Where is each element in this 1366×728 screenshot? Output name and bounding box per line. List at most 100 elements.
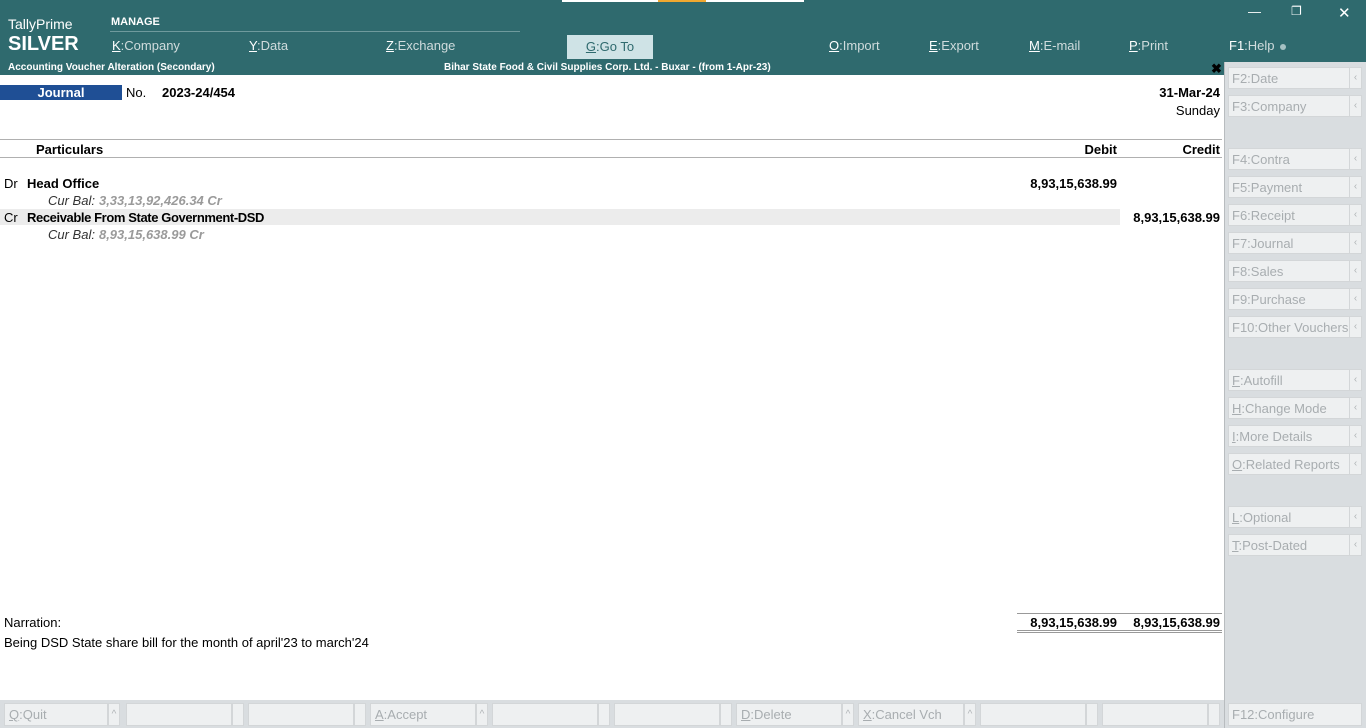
voucher-type[interactable]: Journal <box>0 85 122 100</box>
menu-export[interactable]: E:Export <box>929 38 979 53</box>
f12-configure-button[interactable]: F12:Configure <box>1228 703 1362 726</box>
f9-purchase-button[interactable]: F9:Purchase ‹ <box>1228 288 1362 310</box>
chevron-up-icon <box>598 703 610 726</box>
chevron-left-icon: ‹ <box>1349 261 1361 281</box>
empty-button-slot <box>248 703 354 726</box>
chevron-left-icon: ‹ <box>1349 68 1361 88</box>
help-indicator-icon <box>1279 43 1286 50</box>
menu-data[interactable]: Y:Data <box>249 38 288 53</box>
f6-receipt-button[interactable]: F6:Receipt ‹ <box>1228 204 1362 226</box>
brand-edition: SILVER <box>8 33 79 55</box>
chevron-up-icon: ^ <box>476 703 488 726</box>
narration-text[interactable]: Being DSD State share bill for the month… <box>4 635 369 650</box>
company-title: Bihar State Food & Civil Supplies Corp. … <box>444 62 771 73</box>
empty-button-slot <box>126 703 232 726</box>
top-progress-line-2 <box>706 0 804 2</box>
table-header-top-line <box>0 139 1222 140</box>
table-header-bottom-line <box>0 157 1222 158</box>
menu-goto[interactable]: G:Go To <box>567 35 653 59</box>
chevron-left-icon: ‹ <box>1349 289 1361 309</box>
brand-name: TallyPrime <box>8 16 73 32</box>
screen-title: Accounting Voucher Alteration (Secondary… <box>8 62 215 73</box>
delete-button[interactable]: D:Delete <box>736 703 842 726</box>
empty-button-slot <box>1102 703 1208 726</box>
totals-double-line <box>1017 632 1222 633</box>
voucher-no[interactable]: 2023-24/454 <box>162 85 235 100</box>
f7-journal-button[interactable]: F7:Journal ‹ <box>1228 232 1362 254</box>
chevron-up-icon: ^ <box>842 703 854 726</box>
menu-print[interactable]: P:Print <box>1129 38 1168 53</box>
ledger-name[interactable]: Head Office <box>27 176 99 191</box>
chevron-left-icon: ‹ <box>1349 370 1361 390</box>
restore-icon[interactable]: ❐ <box>1291 4 1302 18</box>
top-bar: TallyPrime SILVER MANAGE K:Company Y:Dat… <box>0 0 1366 62</box>
top-progress-accent <box>658 0 706 2</box>
change-mode-button[interactable]: H:Change Mode ‹ <box>1228 397 1362 419</box>
cancel-vch-button[interactable]: X:Cancel Vch <box>858 703 964 726</box>
totals-bottom-line <box>1017 630 1222 631</box>
voucher-day: Sunday <box>1175 103 1220 118</box>
totals-top-line <box>1017 613 1222 614</box>
chevron-left-icon: ‹ <box>1349 317 1361 337</box>
total-credit: 8,93,15,638.99 <box>1133 615 1220 630</box>
chevron-left-icon: ‹ <box>1349 398 1361 418</box>
chevron-up-icon <box>1086 703 1098 726</box>
minimize-icon[interactable]: — <box>1248 4 1261 19</box>
voucher-no-label: No. <box>126 85 147 100</box>
menu-import[interactable]: O:Import <box>829 38 880 53</box>
top-progress-line <box>562 0 658 2</box>
total-debit: 8,93,15,638.99 <box>1030 615 1117 630</box>
menu-email[interactable]: M:E-mail <box>1029 38 1080 53</box>
entry-side: Cr <box>4 210 18 225</box>
tally-window: TallyPrime SILVER MANAGE K:Company Y:Dat… <box>0 0 1366 728</box>
ledger-name[interactable]: Receivable From State Government-DSD <box>27 210 264 225</box>
close-screen-icon[interactable]: ✖ <box>1211 61 1222 77</box>
more-details-button[interactable]: I:More Details ‹ <box>1228 425 1362 447</box>
f5-payment-button[interactable]: F5:Payment ‹ <box>1228 176 1362 198</box>
current-balance: Cur Bal: 8,93,15,638.99 Cr <box>48 227 204 242</box>
chevron-left-icon: ‹ <box>1349 507 1361 527</box>
chevron-up-icon <box>232 703 244 726</box>
empty-button-slot <box>980 703 1086 726</box>
chevron-left-icon: ‹ <box>1349 205 1361 225</box>
accept-button[interactable]: A:Accept <box>370 703 476 726</box>
f10-other-vouchers-button[interactable]: F10:Other Vouchers ‹ <box>1228 316 1362 338</box>
autofill-button[interactable]: F:Autofill ‹ <box>1228 369 1362 391</box>
manage-divider <box>110 31 520 32</box>
related-reports-button[interactable]: O:Related Reports ‹ <box>1228 453 1362 475</box>
menu-help[interactable]: F1:Help <box>1229 38 1286 53</box>
current-balance: Cur Bal: 3,33,13,92,426.34 Cr <box>48 193 222 208</box>
credit-amount[interactable]: 8,93,15,638.99 <box>1133 210 1220 225</box>
chevron-left-icon: ‹ <box>1349 426 1361 446</box>
chevron-up-icon <box>720 703 732 726</box>
chevron-up-icon: ^ <box>108 703 120 726</box>
narration-label: Narration: <box>4 615 62 630</box>
f8-sales-button[interactable]: F8:Sales ‹ <box>1228 260 1362 282</box>
menu-exchange[interactable]: Z:Exchange <box>386 38 455 53</box>
f3-company-button[interactable]: F3:Company ‹ <box>1228 95 1362 117</box>
chevron-up-icon: ^ <box>964 703 976 726</box>
chevron-left-icon: ‹ <box>1349 535 1361 555</box>
chevron-left-icon: ‹ <box>1349 233 1361 253</box>
f2-date-button[interactable]: F2:Date ‹ <box>1228 67 1362 89</box>
chevron-left-icon: ‹ <box>1349 177 1361 197</box>
quit-button[interactable]: Q:Quit <box>4 703 108 726</box>
voucher-date[interactable]: 31-Mar-24 <box>1159 85 1220 100</box>
menu-company[interactable]: K:Company <box>112 38 180 53</box>
entry-side: Dr <box>4 176 18 191</box>
f4-contra-button[interactable]: F4:Contra ‹ <box>1228 148 1362 170</box>
manage-title: MANAGE <box>111 16 160 28</box>
close-icon[interactable]: ✕ <box>1338 4 1351 22</box>
col-particulars: Particulars <box>36 142 104 157</box>
chevron-up-icon <box>1208 703 1220 726</box>
chevron-left-icon: ‹ <box>1349 454 1361 474</box>
post-dated-button[interactable]: T:Post-Dated ‹ <box>1228 534 1362 556</box>
title-bar: Accounting Voucher Alteration (Secondary… <box>0 62 1224 75</box>
debit-amount[interactable]: 8,93,15,638.99 <box>1030 176 1117 191</box>
optional-button[interactable]: L:Optional ‹ <box>1228 506 1362 528</box>
empty-button-slot <box>492 703 598 726</box>
col-debit: Debit <box>1084 142 1118 157</box>
chevron-left-icon: ‹ <box>1349 149 1361 169</box>
chevron-up-icon <box>354 703 366 726</box>
col-credit: Credit <box>1182 142 1220 157</box>
